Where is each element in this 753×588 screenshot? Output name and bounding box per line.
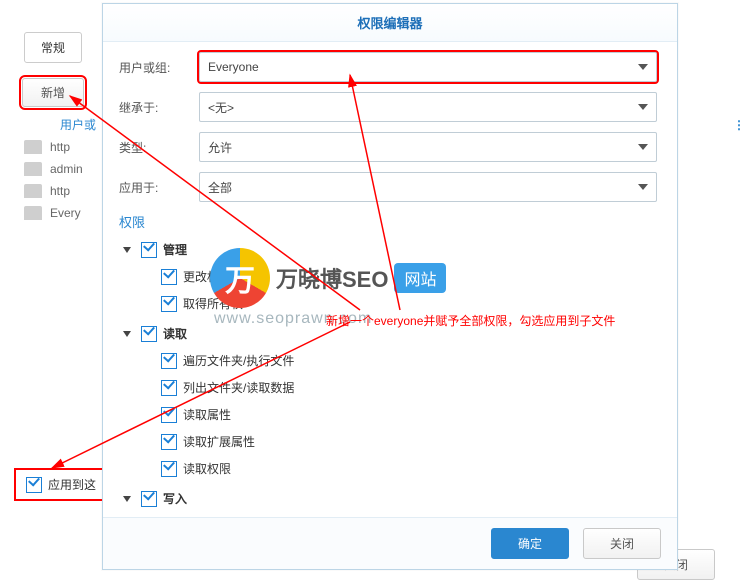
section-permissions: 权限 bbox=[119, 212, 657, 231]
user-list: http admin http Every bbox=[24, 140, 83, 220]
list-item[interactable]: admin bbox=[24, 162, 83, 176]
apply-sub-label: 应用到这 bbox=[48, 476, 96, 493]
chevron-down-icon bbox=[638, 184, 648, 190]
tree-item[interactable]: 遍历文件夹/执行文件 bbox=[161, 350, 657, 372]
user-group-select[interactable]: Everyone bbox=[199, 52, 657, 82]
user-icon bbox=[24, 206, 42, 220]
permission-editor-dialog: 权限编辑器 用户或组: Everyone 继承于: <无> 类型: 允许 应用于… bbox=[102, 3, 678, 570]
tree-node-read[interactable]: 读取 bbox=[121, 323, 657, 345]
checkbox[interactable] bbox=[141, 326, 157, 342]
chevron-down-icon bbox=[638, 104, 648, 110]
checkbox[interactable] bbox=[161, 296, 177, 312]
checkbox[interactable] bbox=[161, 434, 177, 450]
chevron-down-icon bbox=[638, 144, 648, 150]
list-item[interactable]: Every bbox=[24, 206, 83, 220]
chevron-down-icon[interactable] bbox=[123, 496, 131, 502]
checkbox[interactable] bbox=[161, 407, 177, 423]
type-value: 允许 bbox=[208, 139, 232, 156]
more-icon[interactable]: ⋮ bbox=[733, 118, 747, 132]
tab-general-label: 常规 bbox=[41, 41, 65, 55]
tree-label: 管理 bbox=[163, 239, 187, 261]
tree-item[interactable]: 读取属性 bbox=[161, 404, 657, 426]
label-type: 类型: bbox=[119, 139, 199, 156]
tree-item[interactable]: 取得所有权 bbox=[161, 293, 657, 315]
add-button[interactable]: 新增 bbox=[22, 78, 84, 107]
checkbox[interactable] bbox=[161, 461, 177, 477]
tree-node-admin[interactable]: 管理 bbox=[121, 239, 657, 261]
list-item[interactable]: http bbox=[24, 140, 83, 154]
apply-value: 全部 bbox=[208, 179, 232, 196]
type-select[interactable]: 允许 bbox=[199, 132, 657, 162]
close-button[interactable]: 关闭 bbox=[583, 528, 661, 559]
apply-to-subfolders-checkbox[interactable]: 应用到这 bbox=[16, 470, 106, 499]
apply-select[interactable]: 全部 bbox=[199, 172, 657, 202]
dialog-body: 用户或组: Everyone 继承于: <无> 类型: 允许 应用于: 全部 bbox=[103, 42, 677, 517]
list-item[interactable]: http bbox=[24, 184, 83, 198]
checkbox[interactable] bbox=[141, 242, 157, 258]
user-icon bbox=[24, 140, 42, 154]
tab-general[interactable]: 常规 bbox=[24, 32, 82, 63]
tree-item[interactable]: 读取扩展属性 bbox=[161, 431, 657, 453]
permission-tree: 管理 更改权限 取得所有权 读取 遍历文件夹/执行文件 列出文件夹/读取数据 读… bbox=[119, 239, 657, 517]
user-icon bbox=[24, 184, 42, 198]
ok-button[interactable]: 确定 bbox=[491, 528, 569, 559]
tree-node-write[interactable]: 写入 bbox=[121, 488, 657, 510]
chevron-down-icon bbox=[638, 64, 648, 70]
tree-label: 读取 bbox=[163, 323, 187, 345]
dialog-title: 权限编辑器 bbox=[103, 4, 677, 42]
tree-item[interactable]: 读取权限 bbox=[161, 458, 657, 480]
add-button-label: 新增 bbox=[41, 86, 65, 100]
label-user-group: 用户或组: bbox=[119, 59, 199, 76]
user-group-value: Everyone bbox=[208, 60, 259, 74]
inherit-select[interactable]: <无> bbox=[199, 92, 657, 122]
chevron-down-icon[interactable] bbox=[123, 331, 131, 337]
chevron-down-icon[interactable] bbox=[123, 247, 131, 253]
checkbox[interactable] bbox=[141, 491, 157, 507]
checkbox[interactable] bbox=[161, 269, 177, 285]
dialog-footer: 确定 关闭 bbox=[103, 517, 677, 569]
checkbox[interactable] bbox=[161, 380, 177, 396]
label-inherit: 继承于: bbox=[119, 99, 199, 116]
tree-item[interactable]: 列出文件夹/读取数据 bbox=[161, 377, 657, 399]
inherit-value: <无> bbox=[208, 99, 234, 116]
user-icon bbox=[24, 162, 42, 176]
tree-label: 写入 bbox=[163, 488, 187, 510]
checkmark-icon bbox=[26, 477, 42, 493]
checkbox[interactable] bbox=[161, 353, 177, 369]
column-header-user[interactable]: 用户或 bbox=[60, 116, 96, 133]
tree-item[interactable]: 更改权限 bbox=[161, 266, 657, 288]
label-apply: 应用于: bbox=[119, 179, 199, 196]
